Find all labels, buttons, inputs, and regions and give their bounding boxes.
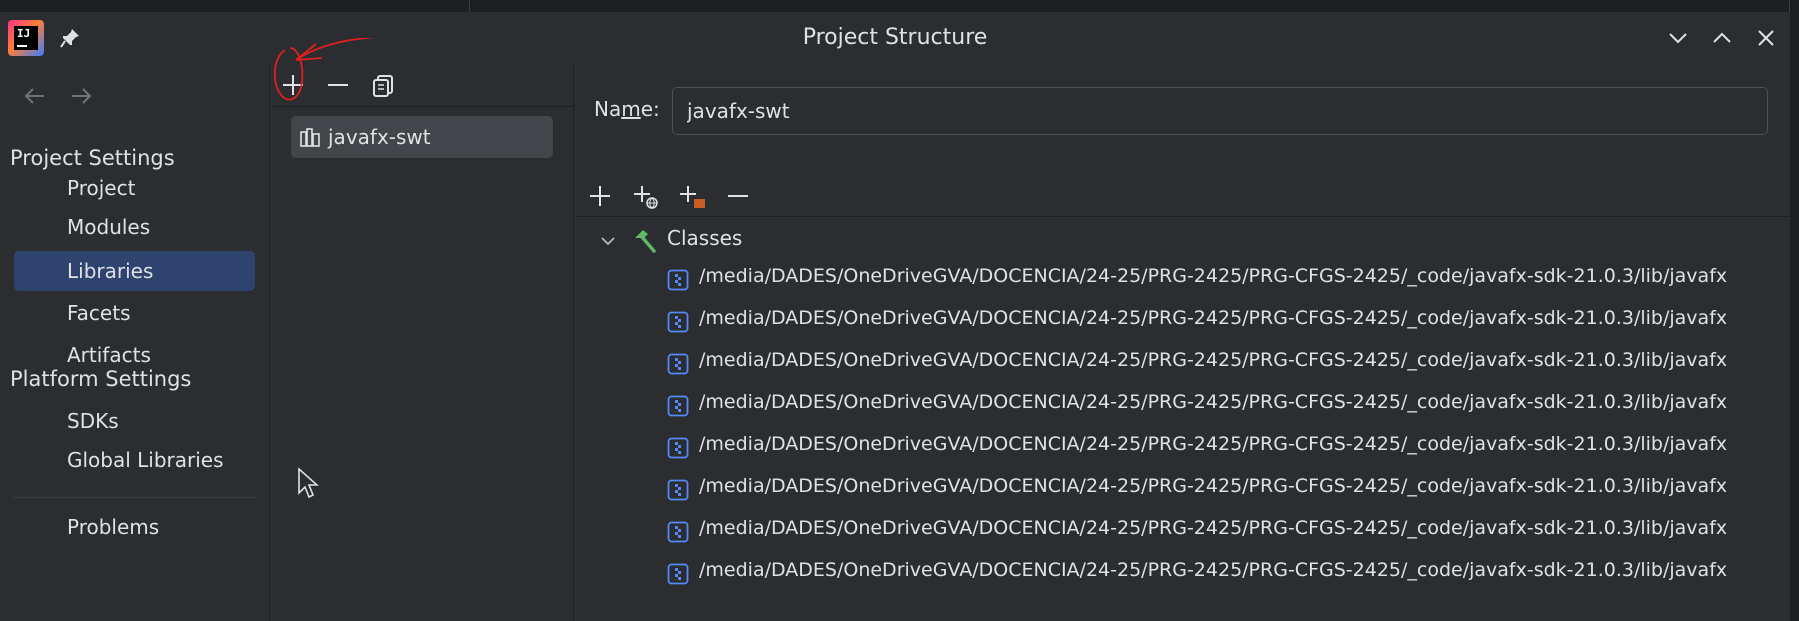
- project-structure-dialog: IJ Project Structure Project Settings Pr…: [0, 12, 1790, 621]
- library-item-label: javafx-swt: [328, 125, 431, 149]
- class-path-text: /media/DADES/OneDriveGVA/DOCENCIA/24-25/…: [699, 307, 1728, 329]
- nav-item-sdks[interactable]: SDKs: [14, 401, 255, 441]
- hammer-icon: [635, 230, 656, 253]
- add-root-button[interactable]: [585, 181, 615, 211]
- library-name-input[interactable]: [672, 87, 1768, 135]
- classes-label: Classes: [667, 226, 743, 250]
- copy-library-button[interactable]: [370, 71, 398, 99]
- intellij-logo-icon: IJ: [8, 20, 44, 56]
- logo-text: IJ: [17, 27, 31, 40]
- jar-icon: [667, 311, 689, 333]
- add-jar-button[interactable]: [677, 181, 707, 211]
- remove-library-button[interactable]: [324, 71, 352, 99]
- library-icon: [300, 128, 320, 147]
- add-url-button[interactable]: [631, 181, 661, 211]
- remove-root-button[interactable]: [723, 181, 753, 211]
- jar-icon: [667, 395, 689, 417]
- platform-settings-heading: Platform Settings: [10, 367, 192, 391]
- chevron-down-icon[interactable]: [599, 232, 617, 250]
- nav-item-problems[interactable]: Problems: [14, 507, 255, 547]
- name-label: Name:: [594, 97, 660, 121]
- chevron-down-icon[interactable]: [1665, 25, 1691, 51]
- jar-icon: [667, 353, 689, 375]
- nav-item-project[interactable]: Project: [14, 168, 255, 208]
- project-settings-heading: Project Settings: [10, 146, 175, 170]
- class-path-text: /media/DADES/OneDriveGVA/DOCENCIA/24-25/…: [699, 559, 1728, 581]
- class-path-text: /media/DADES/OneDriveGVA/DOCENCIA/24-25/…: [699, 517, 1728, 539]
- title-bar[interactable]: IJ Project Structure: [0, 12, 1790, 63]
- libraries-list-panel: javafx-swt: [271, 63, 574, 621]
- class-path-text: /media/DADES/OneDriveGVA/DOCENCIA/24-25/…: [699, 391, 1728, 413]
- classes-tree: Classes /media/DADES/OneDriveGVA/DOCENCI…: [575, 218, 1790, 618]
- settings-nav: Project Settings Project Modules Librari…: [0, 63, 270, 621]
- jar-icon: [667, 269, 689, 291]
- arrow-right-icon[interactable]: [68, 85, 94, 107]
- nav-divider: [12, 497, 256, 498]
- jar-icon: [667, 437, 689, 459]
- class-path-text: /media/DADES/OneDriveGVA/DOCENCIA/24-25/…: [699, 433, 1728, 455]
- nav-item-modules[interactable]: Modules: [14, 207, 255, 247]
- chevron-up-icon[interactable]: [1709, 25, 1735, 51]
- mouse-cursor-icon: [298, 467, 319, 499]
- jar-icon: [667, 563, 689, 585]
- arrow-left-icon[interactable]: [22, 85, 48, 107]
- class-path-text: /media/DADES/OneDriveGVA/DOCENCIA/24-25/…: [699, 349, 1728, 371]
- library-item-javafx-swt[interactable]: javafx-swt: [291, 116, 553, 158]
- pin-icon[interactable]: [58, 26, 82, 50]
- jar-icon: [667, 479, 689, 501]
- jar-icon: [667, 521, 689, 543]
- nav-item-facets[interactable]: Facets: [14, 293, 255, 333]
- background-window-strip: [0, 0, 1799, 12]
- strip-segment: [470, 0, 1790, 12]
- close-icon[interactable]: [1753, 25, 1779, 51]
- nav-item-libraries[interactable]: Libraries: [14, 251, 255, 291]
- dialog-title: Project Structure: [802, 25, 988, 50]
- nav-item-global-libraries[interactable]: Global Libraries: [14, 440, 255, 480]
- strip-segment: [0, 0, 470, 12]
- add-library-button[interactable]: [279, 71, 307, 99]
- window-edge: [1790, 0, 1799, 621]
- class-path-text: /media/DADES/OneDriveGVA/DOCENCIA/24-25/…: [699, 475, 1728, 497]
- class-path-text: /media/DADES/OneDriveGVA/DOCENCIA/24-25/…: [699, 265, 1728, 287]
- classes-toolbar: [575, 175, 1790, 217]
- library-detail-panel: Name: javafx-swt Classes /media/DADES/On…: [575, 63, 1790, 621]
- libraries-toolbar: [271, 63, 574, 107]
